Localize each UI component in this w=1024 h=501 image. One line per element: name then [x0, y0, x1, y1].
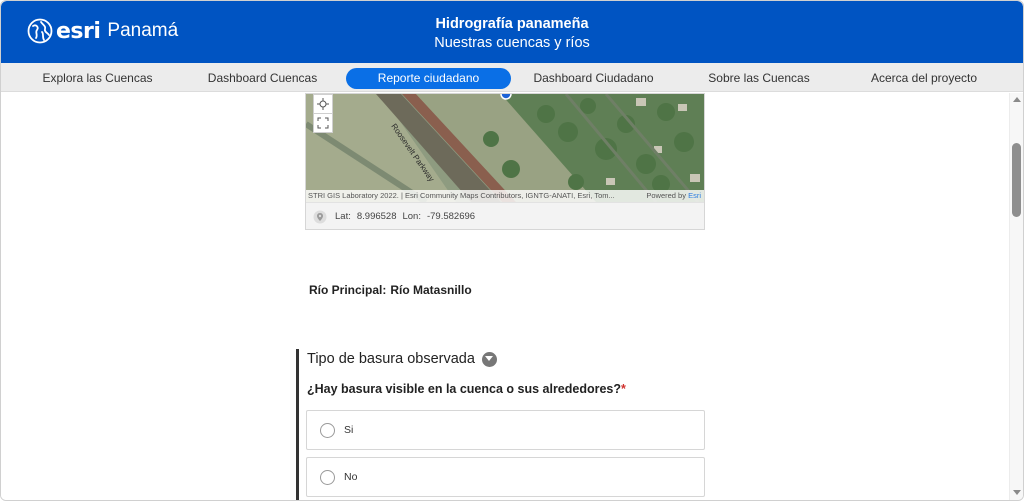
- map-attribution: STRI GIS Laboratory 2022. | Esri Communi…: [306, 190, 704, 202]
- radio-no[interactable]: [320, 469, 335, 485]
- chevron-down-icon: [485, 356, 494, 361]
- tab-sobre-cuencas[interactable]: Sobre las Cuencas: [706, 68, 812, 89]
- option-no[interactable]: No: [306, 457, 705, 497]
- option-no-label: No: [344, 471, 358, 483]
- location-pin-icon: [313, 210, 327, 223]
- lat-value: 8.996528: [356, 211, 397, 222]
- page-title-block: Hidrografía panameña Nuestras cuencas y …: [1, 15, 1023, 53]
- tab-reporte-ciudadano[interactable]: Reporte ciudadano: [346, 68, 511, 89]
- fullscreen-button[interactable]: [313, 113, 333, 133]
- page-subtitle: Nuestras cuencas y ríos: [434, 35, 590, 51]
- option-si-label: Si: [344, 424, 354, 436]
- top-nav: Explora las Cuencas Dashboard Cuencas Re…: [1, 63, 1023, 92]
- satellite-imagery: Roosevelt Parkway: [306, 94, 704, 202]
- tab-dashboard-ciudadano[interactable]: Dashboard Ciudadano: [531, 68, 656, 89]
- section-header[interactable]: Tipo de basura observada: [307, 351, 497, 367]
- page-title: Hidrografía panameña: [435, 16, 589, 32]
- app-window: esri Panamá Hidrografía panameña Nuestra…: [0, 0, 1024, 501]
- powered-by: Powered by Esri: [646, 191, 701, 200]
- lon-label: Lon:: [402, 211, 421, 222]
- lon-value: -79.582696: [426, 211, 476, 222]
- vertical-scrollbar[interactable]: [1009, 93, 1023, 500]
- scroll-up-arrow-icon[interactable]: [1013, 97, 1021, 102]
- locate-button[interactable]: [313, 94, 333, 114]
- tab-dashboard-cuencas[interactable]: Dashboard Cuencas: [206, 68, 319, 89]
- scroll-thumb[interactable]: [1012, 143, 1021, 217]
- lat-label: Lat:: [335, 211, 351, 222]
- rio-principal: Río Principal: Río Matasnillo: [309, 283, 472, 297]
- map-view[interactable]: Roosevelt Parkway STRI GIS Laboratory 20…: [305, 93, 705, 230]
- fullscreen-icon: [317, 117, 329, 129]
- rio-value: Río Matasnillo: [390, 283, 472, 297]
- radio-si[interactable]: [320, 422, 335, 438]
- tab-explora-cuencas[interactable]: Explora las Cuencas: [41, 68, 154, 89]
- rio-label: Río Principal:: [309, 283, 387, 297]
- option-si[interactable]: Si: [306, 410, 705, 450]
- collapse-toggle[interactable]: [481, 351, 497, 367]
- question-label: ¿Hay basura visible en la cuenca o sus a…: [307, 382, 626, 396]
- section-indicator: [296, 349, 299, 500]
- required-marker: *: [621, 382, 626, 396]
- attribution-text: STRI GIS Laboratory 2022. | Esri Communi…: [308, 191, 615, 200]
- locate-icon: [317, 98, 329, 110]
- esri-link[interactable]: Esri: [688, 191, 701, 200]
- scroll-down-arrow-icon[interactable]: [1013, 490, 1021, 495]
- form-content: Roosevelt Parkway STRI GIS Laboratory 20…: [1, 93, 1009, 500]
- section-title: Tipo de basura observada: [307, 351, 475, 367]
- coordinates-bar: Lat: 8.996528 Lon: -79.582696: [306, 202, 704, 229]
- tab-acerca-proyecto[interactable]: Acerca del proyecto: [867, 68, 981, 89]
- app-header: esri Panamá Hidrografía panameña Nuestra…: [1, 1, 1023, 63]
